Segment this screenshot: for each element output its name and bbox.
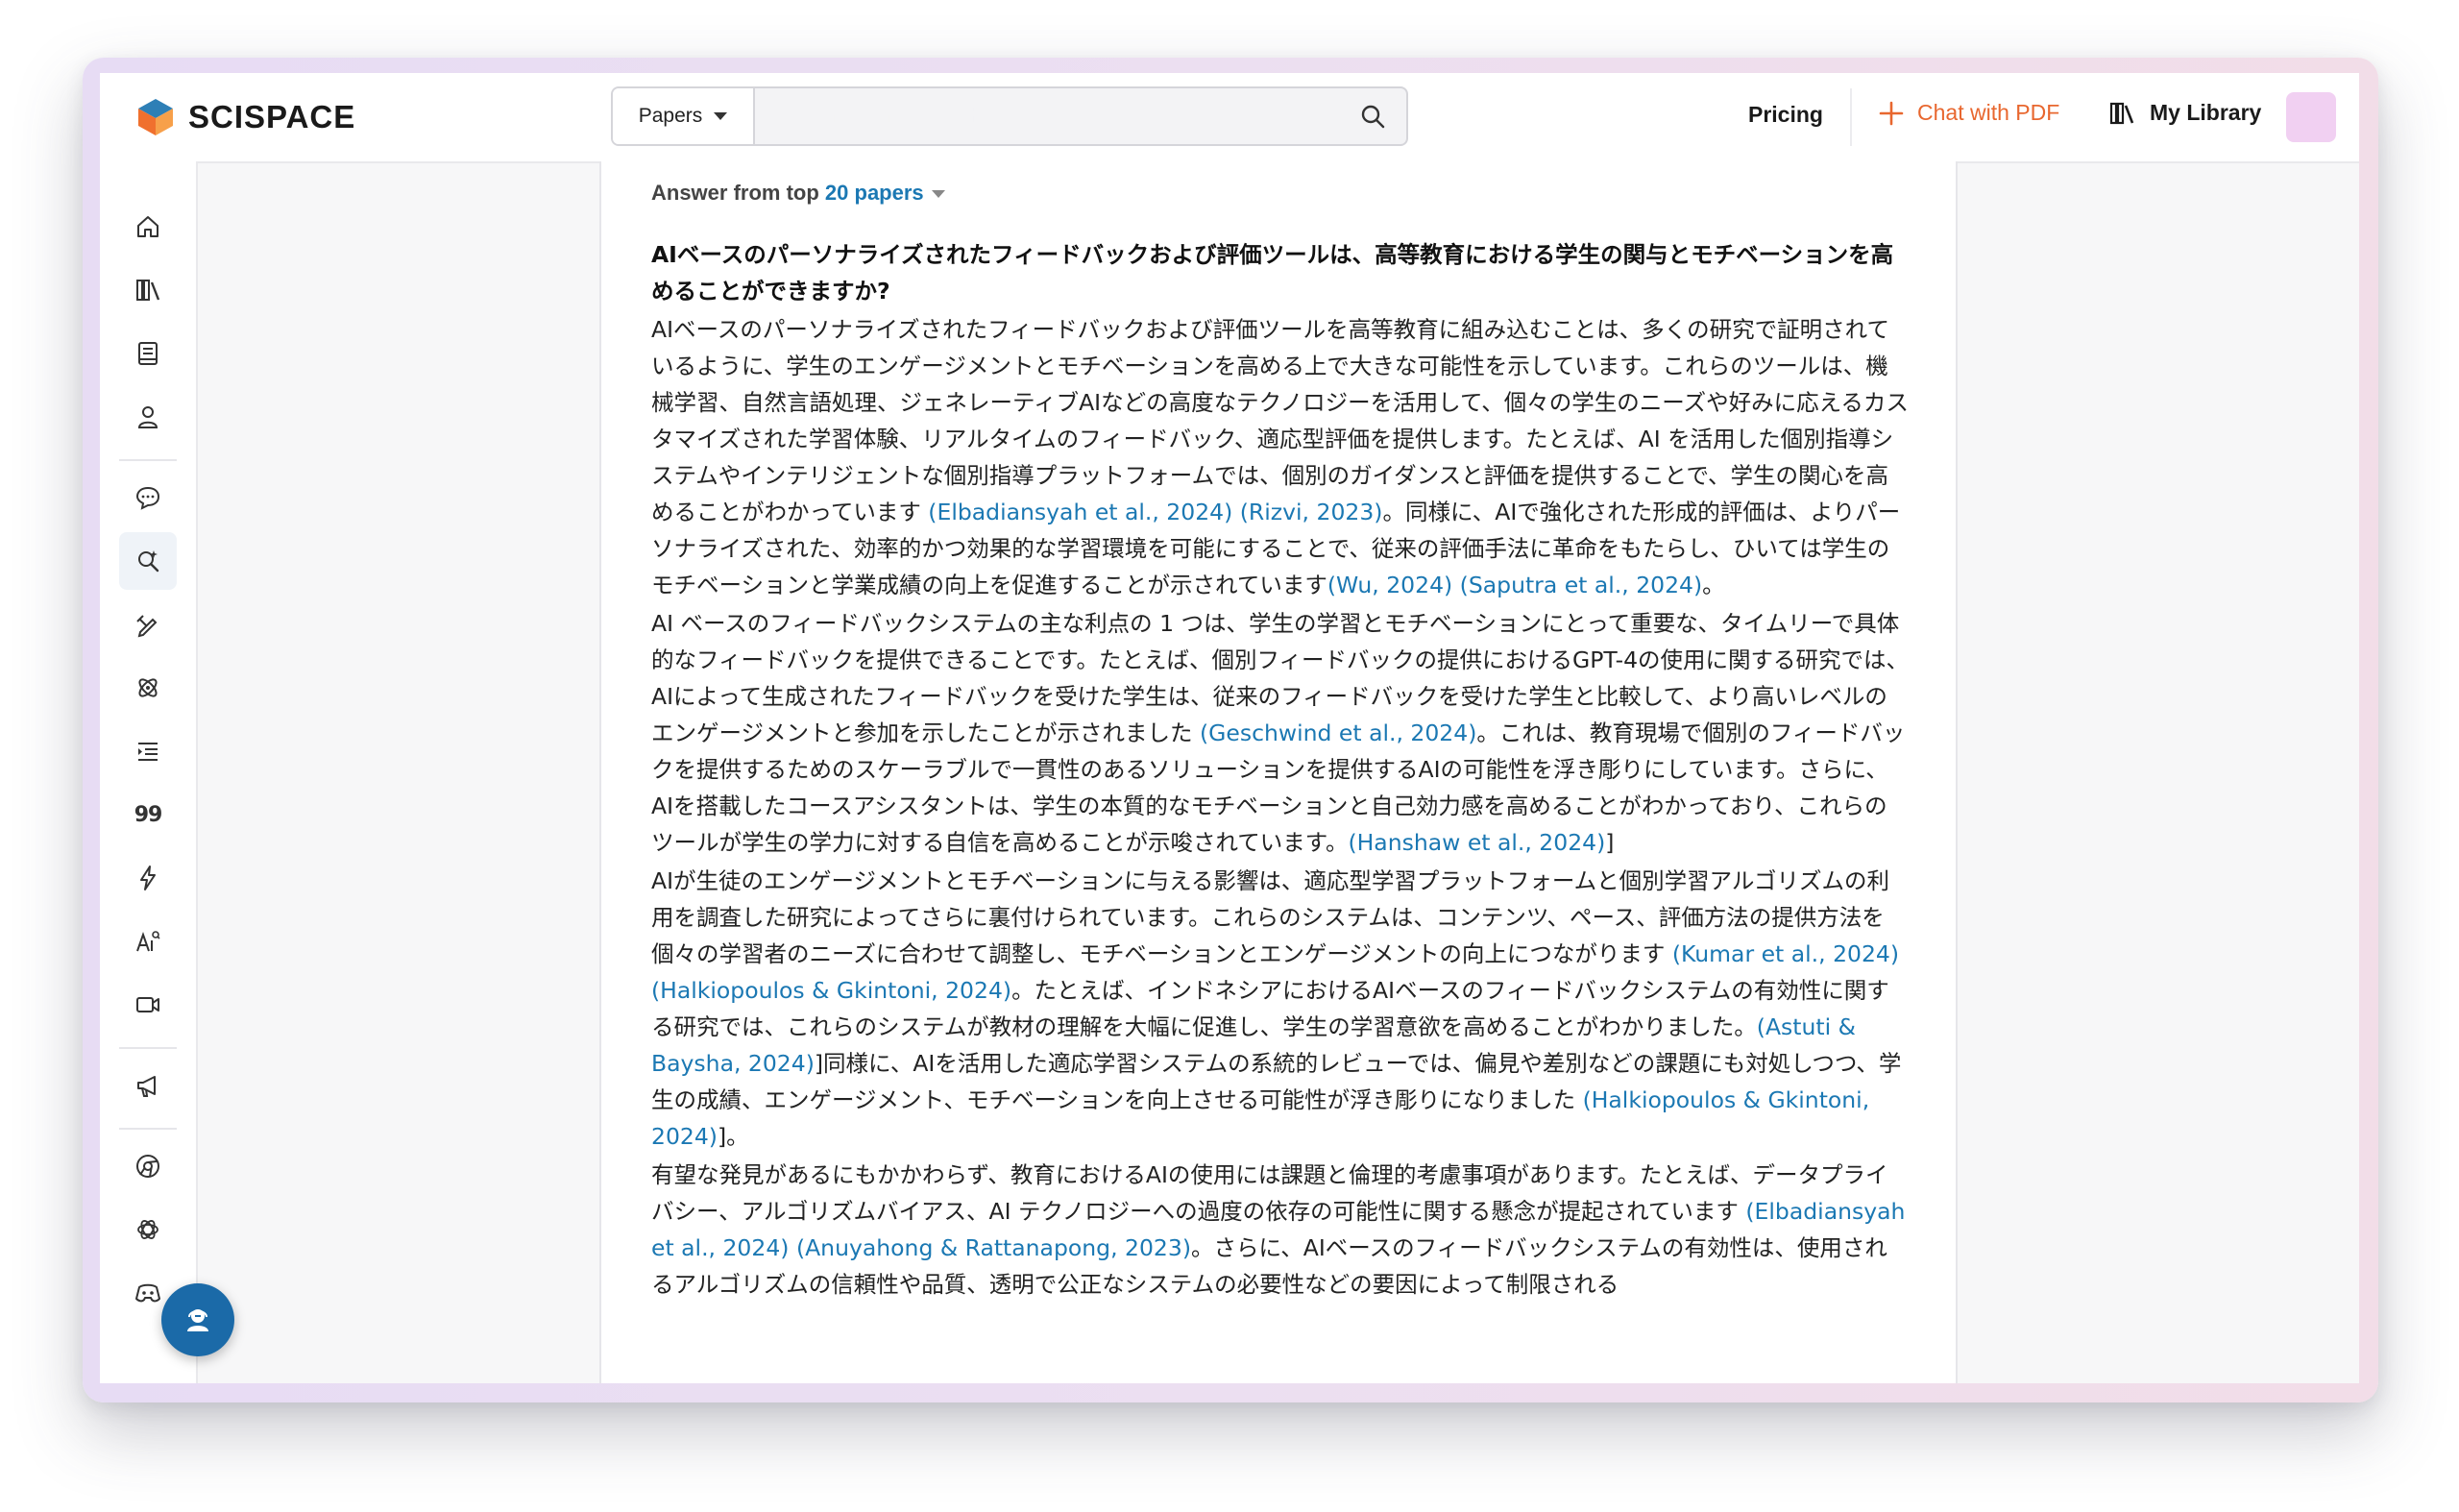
quote-icon: 99 — [134, 802, 163, 827]
paragraph-text: 有望な発見があるにもかかわらず、教育におけるAIの使用には課題と倫理的考慮事項が… — [651, 1161, 1888, 1225]
library-books-icon — [2109, 102, 2134, 124]
sidebar-item-video[interactable] — [119, 976, 177, 1034]
sidebar-item-chrome-extension[interactable] — [119, 1137, 177, 1195]
answer-panel: Answer from top 20 papers AIベースのパーソナライズさ… — [599, 161, 1958, 1383]
citation-link[interactable]: (Wu, 2024) — [1327, 572, 1452, 598]
answer-paragraph: 有望な発見があるにもかかわらず、教育におけるAIの使用には課題と倫理的考慮事項が… — [651, 1157, 1910, 1303]
sidebar-item-chat[interactable] — [119, 469, 177, 526]
nav-pricing-link[interactable]: Pricing — [1748, 102, 1823, 128]
sidebar-item-extract[interactable] — [119, 849, 177, 907]
openai-icon — [137, 1220, 158, 1239]
search-bar: Papers — [611, 86, 1408, 146]
sidebar-item-announcements[interactable] — [119, 1057, 177, 1114]
sidebar-item-topics[interactable] — [119, 659, 177, 717]
pen-icon — [136, 615, 158, 638]
search-input[interactable] — [757, 88, 1333, 144]
brand-logo[interactable]: SCISPACE — [134, 96, 355, 138]
chat-with-pdf-label: Chat with PDF — [1917, 100, 2060, 125]
chevron-down-icon — [714, 112, 728, 120]
ai-detector-icon — [136, 931, 160, 952]
answer-paragraph: AI ベースのフィードバックシステムの主な利点の 1 つは、学生の学習とモチベー… — [651, 605, 1910, 861]
left-sidebar: 99 — [100, 161, 198, 1383]
my-library-label: My Library — [2150, 100, 2262, 125]
paragraph-text: AIベースのパーソナライズされたフィードバックおよび評価ツールを高等教育に組み込… — [651, 316, 1909, 525]
search-type-value: Papers — [638, 105, 703, 127]
sidebar-item-citations[interactable]: 99 — [119, 786, 177, 843]
answer-source-prefix: Answer from top — [651, 181, 819, 205]
sidebar-item-library[interactable] — [119, 261, 177, 319]
chevron-down-icon — [931, 190, 945, 199]
paragraph-text: ]。 — [717, 1123, 749, 1150]
video-icon — [136, 997, 159, 1012]
sidebar-divider — [119, 1128, 177, 1130]
chat-bubble-icon — [135, 486, 160, 510]
search-literature-icon — [138, 550, 159, 573]
answer-paragraph: AIベースのパーソナライズされたフィードバックおよび評価ツールを高等教育に組み込… — [651, 311, 1910, 603]
app-window: SCISPACE Papers Pricing Chat with PDF — [100, 73, 2359, 1383]
sidebar-item-profile[interactable] — [119, 388, 177, 446]
papers-count-dropdown[interactable]: 20 papers — [825, 181, 945, 205]
sidebar-item-ai-detector[interactable] — [119, 913, 177, 970]
notebook-icon — [138, 342, 158, 365]
megaphone-icon — [137, 1076, 156, 1097]
answer-paragraph: AIが生徒のエンゲージメントとモチベーションに与える影響は、適応型学習プラットフ… — [651, 863, 1910, 1155]
sidebar-item-writer[interactable] — [119, 596, 177, 653]
sidebar-item-outline[interactable] — [119, 722, 177, 780]
sidebar-divider — [119, 1047, 177, 1049]
citation-link[interactable]: (Kumar et al., 2024) — [1672, 940, 1899, 967]
support-chat-button[interactable] — [161, 1283, 234, 1356]
sidebar-item-literature-review[interactable] — [119, 532, 177, 590]
answer-body: AIベースのパーソナライズされたフィードバックおよび評価ツールは、高等教育におけ… — [651, 236, 1910, 1303]
paragraph-text: 。 — [1702, 572, 1725, 598]
discord-icon — [135, 1283, 160, 1303]
list-indent-icon — [138, 743, 158, 761]
search-type-select[interactable]: Papers — [613, 88, 755, 144]
sidebar-item-home[interactable] — [119, 198, 177, 256]
nav-divider — [1850, 88, 1852, 146]
papers-count-label: 20 papers — [824, 181, 924, 205]
my-library-link[interactable]: My Library — [2109, 100, 2261, 126]
citation-link[interactable]: (Halkiopoulos & Gkintoni, 2024) — [651, 977, 1011, 1004]
scispace-logo-icon — [138, 99, 173, 135]
user-avatar[interactable] — [2286, 92, 2336, 142]
top-header: SCISPACE Papers Pricing Chat with PDF — [100, 73, 2359, 163]
citation-link[interactable]: (Saputra et al., 2024) — [1452, 572, 1703, 598]
sidebar-item-notebook[interactable] — [119, 325, 177, 382]
chat-with-pdf-link[interactable]: Chat with PDF — [1879, 100, 2059, 126]
answer-source-line: Answer from top 20 papers — [651, 181, 945, 206]
lightning-icon — [140, 866, 156, 890]
profile-icon — [137, 406, 158, 428]
search-icon[interactable] — [1360, 104, 1385, 129]
sidebar-item-gpt[interactable] — [119, 1201, 177, 1258]
atom-icon — [138, 678, 158, 697]
sidebar-divider — [119, 459, 177, 461]
citation-link[interactable]: (Geschwind et al., 2024) — [1200, 719, 1476, 746]
paragraph-text: ] — [1605, 829, 1615, 856]
citation-link[interactable]: (Rizvi, 2023) — [1232, 499, 1383, 525]
citation-link[interactable]: (Hanshaw et al., 2024) — [1348, 829, 1605, 856]
library-icon — [136, 280, 160, 301]
brand-name: SCISPACE — [188, 99, 356, 134]
plus-icon — [1879, 101, 1904, 125]
question-heading: AIベースのパーソナライズされたフィードバックおよび評価ツールは、高等教育におけ… — [651, 241, 1894, 305]
support-agent-icon — [187, 1309, 208, 1331]
home-icon — [137, 216, 158, 237]
chrome-icon — [136, 1155, 159, 1178]
citation-link[interactable]: (Elbadiansyah et al., 2024) — [928, 499, 1232, 525]
citation-link[interactable]: (Anuyahong & Rattanapong, 2023) — [789, 1234, 1191, 1261]
